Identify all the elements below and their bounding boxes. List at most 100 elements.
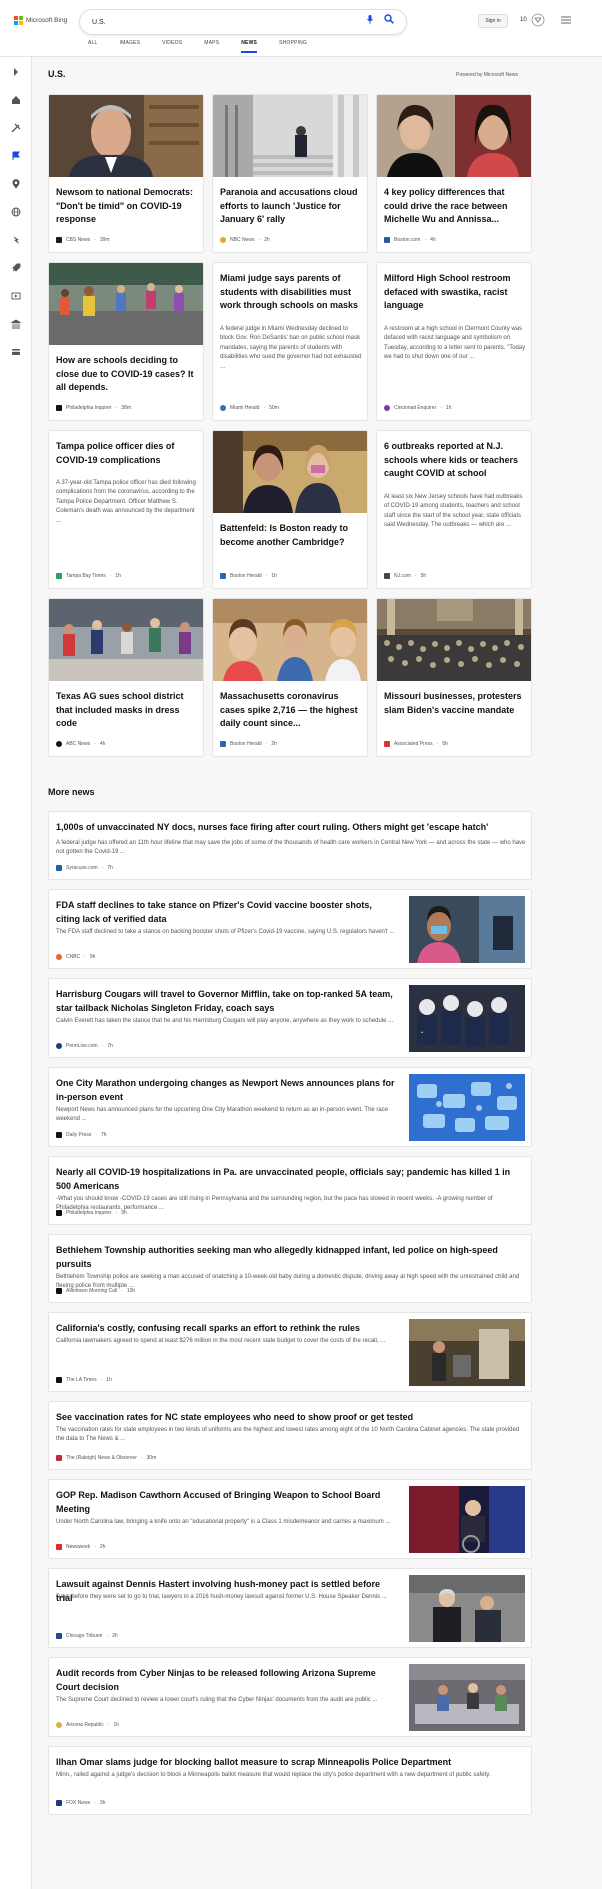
- sign-in-button[interactable]: Sign in: [478, 14, 508, 28]
- item-title[interactable]: Harrisburg Cougars will travel to Govern…: [56, 988, 396, 1015]
- news-list-item[interactable]: 1,000s of unvaccinated NY docs, nurses f…: [48, 811, 532, 880]
- news-list-item[interactable]: Harrisburg Cougars will travel to Govern…: [48, 978, 532, 1058]
- news-card[interactable]: Texas AG sues school district that inclu…: [48, 598, 204, 757]
- card-title[interactable]: Battenfeld: Is Boston ready to become an…: [220, 522, 362, 549]
- home-icon[interactable]: [11, 95, 21, 105]
- card-title[interactable]: Massachusetts coronavirus cases spike 2,…: [220, 690, 362, 731]
- news-list-item[interactable]: California's costly, confusing recall sp…: [48, 1312, 532, 1392]
- item-summary: The Supreme Court declined to review a l…: [56, 1697, 378, 1703]
- news-list-item[interactable]: Bethlehem Township authorities seeking m…: [48, 1234, 532, 1303]
- item-title[interactable]: Audit records from Cyber Ninjas to be re…: [56, 1667, 396, 1694]
- tab-all[interactable]: ALL: [88, 40, 98, 53]
- news-card[interactable]: 4 key policy differences that could driv…: [376, 94, 532, 253]
- bank-icon[interactable]: [11, 319, 21, 329]
- tab-maps[interactable]: MAPS: [204, 40, 219, 53]
- item-title[interactable]: See vaccination rates for NC state emplo…: [56, 1411, 526, 1425]
- source-logo-icon: [220, 405, 226, 411]
- time-label: 1h: [106, 1377, 112, 1383]
- item-title[interactable]: 1,000s of unvaccinated NY docs, nurses f…: [56, 821, 526, 835]
- microphone-icon[interactable]: [367, 15, 373, 24]
- hamburger-menu-icon[interactable]: [561, 16, 571, 24]
- chevron-right-icon[interactable]: [11, 67, 21, 77]
- news-card[interactable]: 6 outbreaks reported at N.J. schools whe…: [376, 430, 532, 589]
- news-card[interactable]: Battenfeld: Is Boston ready to become an…: [212, 430, 368, 589]
- item-summary: The vaccination rates for state employee…: [56, 1427, 520, 1443]
- item-title[interactable]: Ilhan Omar slams judge for blocking ball…: [56, 1756, 526, 1770]
- item-title[interactable]: Nearly all COVID-19 hospitalizations in …: [56, 1166, 526, 1193]
- card-title[interactable]: Milford High School restroom defaced wit…: [384, 272, 526, 313]
- news-list-item[interactable]: Nearly all COVID-19 hospitalizations in …: [48, 1156, 532, 1225]
- search-input[interactable]: [92, 14, 362, 30]
- source-name: Associated Press: [394, 741, 433, 747]
- news-list-item[interactable]: See vaccination rates for NC state emplo…: [48, 1401, 532, 1470]
- news-card[interactable]: Miami judge says parents of students wit…: [212, 262, 368, 421]
- source-name: Boston.com: [394, 237, 421, 243]
- item-source: Daily Press · 7h: [56, 1132, 107, 1138]
- card-title[interactable]: Miami judge says parents of students wit…: [220, 272, 362, 313]
- news-card[interactable]: Missouri businesses, protesters slam Bid…: [376, 598, 532, 757]
- item-title[interactable]: Bethlehem Township authorities seeking m…: [56, 1244, 526, 1271]
- news-card[interactable]: Paranoia and accusations cloud efforts t…: [212, 94, 368, 253]
- news-card[interactable]: Massachusetts coronavirus cases spike 2,…: [212, 598, 368, 757]
- tab-images[interactable]: IMAGES: [120, 40, 141, 53]
- bing-logo[interactable]: Microsoft Bing: [14, 16, 67, 25]
- card-title[interactable]: Missouri businesses, protesters slam Bid…: [384, 690, 526, 717]
- item-summary: Minn., railed against a judge's decision…: [56, 1772, 491, 1778]
- flag-icon[interactable]: [11, 151, 21, 161]
- news-thumbnail: [409, 896, 525, 963]
- item-title[interactable]: California's costly, confusing recall sp…: [56, 1322, 396, 1336]
- globe-icon[interactable]: [11, 207, 21, 217]
- tab-shopping[interactable]: SHOPPING: [279, 40, 307, 53]
- time-label: 1h: [113, 1722, 120, 1728]
- item-source: Newsweek · 2h: [56, 1544, 105, 1550]
- card-summary: A federal judge in Miami Wednesday decli…: [220, 326, 362, 370]
- item-title[interactable]: FDA staff declines to take stance on Pfi…: [56, 899, 396, 926]
- item-source: Chicago Tribune · 2h: [56, 1633, 118, 1639]
- news-card[interactable]: Milford High School restroom defaced wit…: [376, 262, 532, 421]
- source-logo-icon: [56, 1377, 62, 1383]
- news-list-item[interactable]: One City Marathon undergoing changes as …: [48, 1067, 532, 1147]
- news-list-item[interactable]: GOP Rep. Madison Cawthorn Accused of Bri…: [48, 1479, 532, 1559]
- bolt-icon[interactable]: [11, 235, 21, 245]
- card-title[interactable]: Paranoia and accusations cloud efforts t…: [220, 186, 362, 227]
- card-title[interactable]: 4 key policy differences that could driv…: [384, 186, 526, 227]
- source-logo-icon: [56, 573, 62, 579]
- source-logo-icon: [56, 405, 62, 411]
- item-title[interactable]: GOP Rep. Madison Cawthorn Accused of Bri…: [56, 1489, 396, 1516]
- rewards-points[interactable]: 10: [520, 17, 527, 23]
- tools-icon[interactable]: [11, 123, 21, 133]
- news-thumbnail: [409, 1074, 525, 1141]
- card-title[interactable]: How are schools deciding to close due to…: [56, 354, 198, 395]
- news-list-item[interactable]: Ilhan Omar slams judge for blocking ball…: [48, 1746, 532, 1815]
- card-title[interactable]: Texas AG sues school district that inclu…: [56, 690, 198, 731]
- news-card[interactable]: How are schools deciding to close due to…: [48, 262, 204, 421]
- rewards-icon[interactable]: [531, 13, 545, 27]
- powered-by-label[interactable]: Powered by Microsoft News: [456, 72, 518, 78]
- time-label: 9h: [121, 1210, 127, 1216]
- source-logo-icon: [384, 237, 390, 243]
- tab-videos[interactable]: VIDEOS: [162, 40, 182, 53]
- tab-news[interactable]: NEWS: [241, 40, 258, 53]
- news-list-item[interactable]: Lawsuit against Dennis Hastert involving…: [48, 1568, 532, 1648]
- search-icon[interactable]: [384, 14, 394, 24]
- rocket-icon[interactable]: [11, 263, 21, 273]
- news-image: [49, 95, 203, 177]
- card-title[interactable]: Tampa police officer dies of COVID-19 co…: [56, 440, 198, 467]
- source-logo-icon: [56, 1043, 62, 1049]
- film-icon[interactable]: [11, 291, 21, 301]
- card-title[interactable]: Newsom to national Democrats: "Don't be …: [56, 186, 198, 227]
- source-name: Boston Herald: [230, 573, 262, 579]
- card-icon[interactable]: [11, 347, 21, 357]
- location-pin-icon[interactable]: [11, 179, 21, 189]
- card-title[interactable]: 6 outbreaks reported at N.J. schools whe…: [384, 440, 526, 481]
- news-card[interactable]: Newsom to national Democrats: "Don't be …: [48, 94, 204, 253]
- news-list-item[interactable]: FDA staff declines to take stance on Pfi…: [48, 889, 532, 969]
- item-summary: Newport News has announced plans for the…: [56, 1107, 389, 1123]
- news-list-item[interactable]: Audit records from Cyber Ninjas to be re…: [48, 1657, 532, 1737]
- source-logo-icon: [56, 237, 62, 243]
- item-summary: The FDA staff declined to take a stance …: [56, 929, 395, 935]
- item-title[interactable]: One City Marathon undergoing changes as …: [56, 1077, 396, 1104]
- news-card[interactable]: Tampa police officer dies of COVID-19 co…: [48, 430, 204, 589]
- time-label: 7h: [107, 865, 113, 871]
- source-name: Cincinnati Enquirer: [394, 405, 437, 411]
